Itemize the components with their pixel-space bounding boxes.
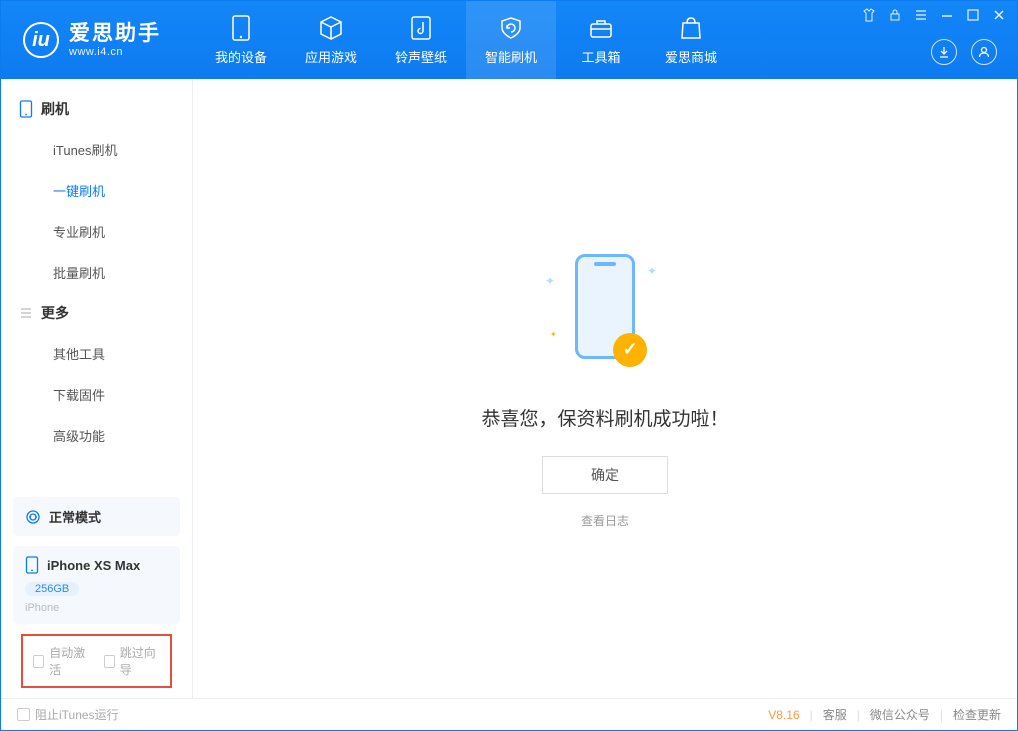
success-message: 恭喜您，保资料刷机成功啦！ [481,404,728,431]
device-card[interactable]: iPhone XS Max 256GB iPhone [13,546,180,624]
nav-label: 应用游戏 [305,47,357,66]
sparkle-icon: ✦ [545,274,555,288]
sidebar-item-label: 下载固件 [53,388,105,403]
sidebar-item-batch-flash[interactable]: 批量刷机 [1,252,192,293]
separator: | [940,708,943,722]
sync-icon [25,509,41,525]
cube-icon [318,15,344,41]
separator: | [810,708,813,722]
refresh-shield-icon [498,15,524,41]
shirt-icon[interactable] [861,7,877,23]
mode-label: 正常模式 [49,507,101,526]
footer-link-update[interactable]: 检查更新 [953,706,1001,723]
checkbox-icon [33,655,44,668]
block-itunes-checkbox[interactable]: 阻止iTunes运行 [17,706,119,723]
nav-my-device[interactable]: 我的设备 [196,1,286,79]
main-nav: 我的设备 应用游戏 铃声壁纸 智能刷机 工具箱 爱思商城 [196,1,736,79]
check-badge-icon: ✓ [613,333,647,367]
nav-label: 我的设备 [215,47,267,66]
titlebar: iu 爱思助手 www.i4.cn 我的设备 应用游戏 铃声壁纸 智能刷机 [1,1,1017,79]
sidebar-item-label: 专业刷机 [53,225,105,240]
nav-toolbox[interactable]: 工具箱 [556,1,646,79]
main-content: ✦ ✦ ✦ ✓ 恭喜您，保资料刷机成功啦！ 确定 查看日志 [193,79,1017,698]
highlighted-options: 自动激活 跳过向导 [21,634,172,688]
app-window: iu 爱思助手 www.i4.cn 我的设备 应用游戏 铃声壁纸 智能刷机 [0,0,1018,731]
lock-icon[interactable] [887,7,903,23]
titlebar-right-icons [931,39,997,65]
nav-label: 爱思商城 [665,47,717,66]
sidebar-item-other-tools[interactable]: 其他工具 [1,333,192,374]
success-illustration: ✦ ✦ ✦ ✓ [545,249,665,379]
maximize-icon[interactable] [965,7,981,23]
view-log-link[interactable]: 查看日志 [581,512,629,529]
sidebar-item-label: 批量刷机 [53,266,105,281]
sparkle-icon: ✦ [647,264,657,278]
storage-badge: 256GB [25,582,79,596]
sidebar-group-more: 更多 [1,293,192,333]
sidebar-item-label: iTunes刷机 [53,143,118,158]
sidebar-item-pro-flash[interactable]: 专业刷机 [1,211,192,252]
shopping-bag-icon [678,15,704,41]
checkbox-label: 自动激活 [49,644,89,678]
skip-guide-checkbox[interactable]: 跳过向导 [104,644,161,678]
close-icon[interactable] [991,7,1007,23]
sidebar-item-download-firmware[interactable]: 下载固件 [1,374,192,415]
checkbox-icon [17,708,30,721]
nav-ringtone-wallpaper[interactable]: 铃声壁纸 [376,1,466,79]
footer-link-support[interactable]: 客服 [823,706,847,723]
sparkle-icon: ✦ [550,330,557,339]
mode-card[interactable]: 正常模式 [13,497,180,536]
app-logo-icon: iu [23,22,59,58]
nav-label: 智能刷机 [485,47,537,66]
nav-apps-games[interactable]: 应用游戏 [286,1,376,79]
device-type: iPhone [25,602,168,614]
logo-text: 爱思助手 www.i4.cn [69,21,161,59]
music-note-icon [408,15,434,41]
sidebar-item-itunes-flash[interactable]: iTunes刷机 [1,129,192,170]
sidebar: 刷机 iTunes刷机 一键刷机 专业刷机 批量刷机 更多 其他工具 下载固件 … [1,79,193,698]
nav-smart-flash[interactable]: 智能刷机 [466,1,556,79]
window-controls [861,7,1007,23]
minimize-icon[interactable] [939,7,955,23]
checkbox-icon [104,655,115,668]
user-icon[interactable] [971,39,997,65]
phone-icon [25,556,39,574]
download-icon[interactable] [931,39,957,65]
footer: 阻止iTunes运行 V8.16 | 客服 | 微信公众号 | 检查更新 [1,698,1017,730]
sidebar-item-onekey-flash[interactable]: 一键刷机 [1,170,192,211]
sidebar-bottom: 正常模式 iPhone XS Max 256GB iPhone 自动激活 [1,487,192,698]
footer-right: V8.16 | 客服 | 微信公众号 | 检查更新 [768,706,1001,723]
checkbox-label: 跳过向导 [120,644,160,678]
separator: | [857,708,860,722]
sidebar-group-title: 刷机 [41,99,69,119]
menu-icon[interactable] [913,7,929,23]
footer-link-wechat[interactable]: 微信公众号 [870,706,930,723]
device-name: iPhone XS Max [47,558,140,573]
nav-label: 工具箱 [581,47,620,66]
checkbox-label: 阻止iTunes运行 [35,706,119,723]
ok-button[interactable]: 确定 [542,456,668,494]
device-icon [228,15,254,41]
sidebar-scroll: 刷机 iTunes刷机 一键刷机 专业刷机 批量刷机 更多 其他工具 下载固件 … [1,79,192,487]
version-label: V8.16 [768,708,799,722]
logo-area: iu 爱思助手 www.i4.cn [1,1,181,79]
auto-activate-checkbox[interactable]: 自动激活 [33,644,90,678]
sidebar-item-label: 一键刷机 [53,184,105,199]
nav-store[interactable]: 爱思商城 [646,1,736,79]
list-icon [19,306,33,320]
sidebar-item-advanced[interactable]: 高级功能 [1,415,192,456]
body: 刷机 iTunes刷机 一键刷机 专业刷机 批量刷机 更多 其他工具 下载固件 … [1,79,1017,698]
toolbox-icon [588,15,614,41]
sidebar-item-label: 其他工具 [53,347,105,362]
app-name: 爱思助手 [69,21,161,46]
sidebar-group-title: 更多 [41,303,69,323]
sidebar-item-label: 高级功能 [53,429,105,444]
phone-icon [19,100,33,118]
sidebar-group-flash: 刷机 [1,89,192,129]
nav-label: 铃声壁纸 [395,47,447,66]
app-site: www.i4.cn [69,46,161,59]
